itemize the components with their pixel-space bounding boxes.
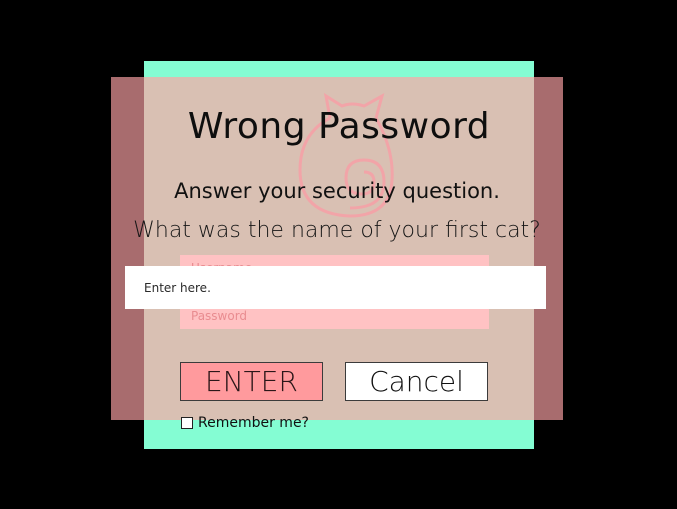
security-question: What was the name of your first cat? xyxy=(133,218,541,243)
remember-me-label: Remember me? xyxy=(198,415,309,431)
security-answer-input[interactable] xyxy=(125,266,546,309)
enter-button[interactable]: ENTER xyxy=(180,362,323,401)
remember-me-row[interactable]: Remember me? xyxy=(180,415,309,431)
dialog-subtitle: Answer your security question. xyxy=(174,179,500,203)
remember-me-checkbox[interactable] xyxy=(181,417,193,429)
cancel-button[interactable]: Cancel xyxy=(345,362,488,401)
dialog-title: Wrong Password xyxy=(187,106,491,147)
